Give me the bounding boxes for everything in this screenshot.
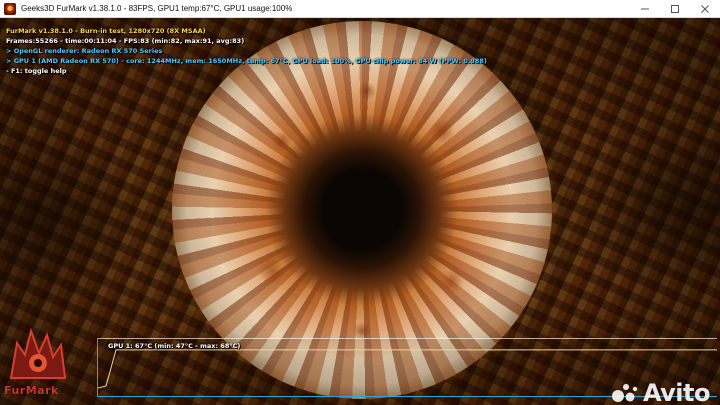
window-title: Geeks3D FurMark v1.38.1.0 - 83FPS, GPU1 … — [21, 4, 293, 13]
furmark-app-icon[interactable] — [4, 2, 16, 15]
close-icon — [701, 4, 709, 13]
osd-renderer-line: > OpenGL renderer: Radeon RX 570 Series — [6, 47, 163, 55]
furmark-window: Geeks3D FurMark v1.38.1.0 - 83FPS, GPU1 … — [0, 0, 720, 405]
avito-watermark-text: Avito — [642, 379, 711, 405]
avito-logo-icon — [611, 384, 638, 402]
window-controls — [630, 0, 720, 17]
title-bar[interactable]: Geeks3D FurMark v1.38.1.0 - 83FPS, GPU1 … — [0, 0, 720, 18]
minimize-icon — [641, 8, 649, 9]
osd-overlay: FurMark v1.38.1.0 - Burn-in test, 1280x7… — [6, 26, 487, 76]
osd-title-line: FurMark v1.38.1.0 - Burn-in test, 1280x7… — [6, 27, 206, 35]
gpu-temp-graph-label: GPU 1: 67°C (min: 47°C - max: 68°C) — [108, 342, 241, 350]
render-viewport[interactable]: FurMark v1.38.1.0 - Burn-in test, 1280x7… — [0, 18, 720, 405]
osd-help-line: - F1: toggle help — [6, 67, 67, 75]
osd-gpu-line: > GPU 1 (AMD Radeon RX 570) - core: 1244… — [6, 57, 487, 65]
furmark-logo-emblem — [9, 327, 67, 379]
maximize-button[interactable] — [660, 0, 690, 17]
maximize-icon — [671, 4, 679, 13]
minimize-button[interactable] — [630, 0, 660, 17]
avito-watermark: Avito — [609, 379, 711, 405]
furmark-logo-text: FurMark — [4, 384, 59, 397]
close-button[interactable] — [690, 0, 720, 17]
osd-frames-line: Frames:55266 - time:00:11:04 - FPS:83 (m… — [6, 37, 245, 45]
